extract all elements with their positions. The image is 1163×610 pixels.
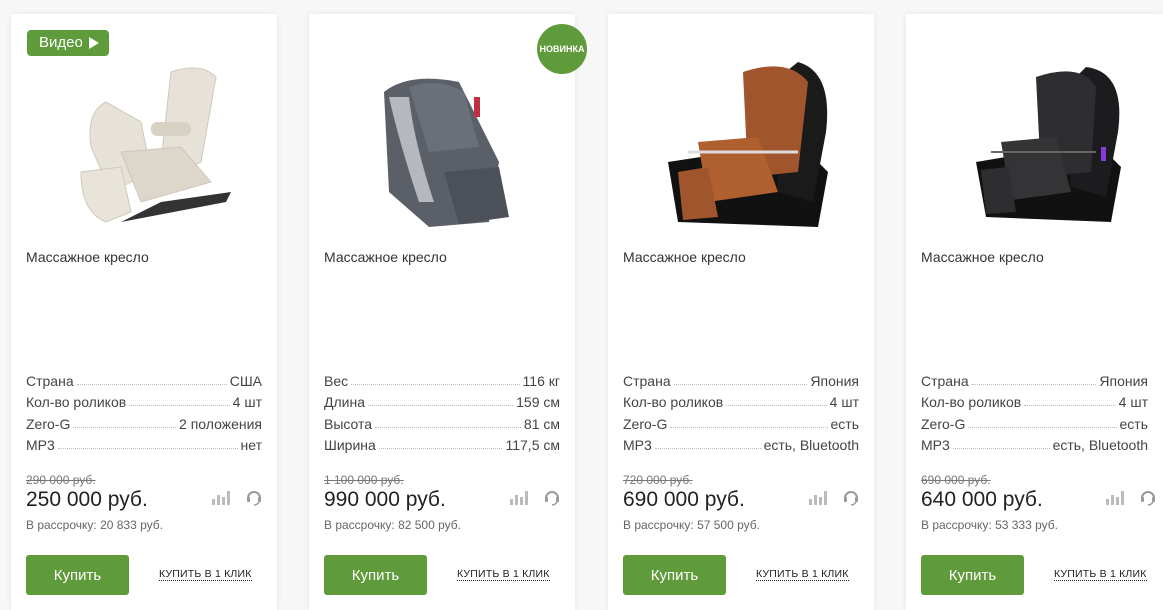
product-name[interactable]: Массажное кресло bbox=[921, 249, 1044, 265]
new-badge: НОВИНКА bbox=[537, 24, 587, 74]
spec-row: Вес 116 кг bbox=[324, 372, 560, 389]
buy-button[interactable]: Купить bbox=[324, 555, 427, 595]
old-price: 1 100 000 руб. bbox=[324, 473, 404, 487]
spec-row: MP3 есть, Bluetooth bbox=[921, 437, 1148, 453]
spec-list: Страна США Кол-во роликов 4 шт Zero-G 2 пол… bbox=[26, 367, 262, 454]
installment-price: В рассрочку: 82 500 руб. bbox=[324, 518, 461, 532]
compare-icon[interactable] bbox=[509, 489, 529, 505]
product-grid: Видео Массажное кресло Страна США Кол-во … bbox=[0, 0, 1163, 610]
buy-button[interactable]: Купить bbox=[921, 555, 1024, 595]
installment-price: В рассрочку: 57 500 руб. bbox=[623, 518, 760, 532]
chair-illustration bbox=[80, 67, 231, 223]
spec-row: MP3 нет bbox=[26, 437, 262, 453]
buy-button[interactable]: Купить bbox=[26, 555, 129, 595]
spec-row: Zero-G 2 положения bbox=[26, 415, 262, 432]
product-card: НОВИНКА Массажное кресло Вес 116 кг Длина… bbox=[309, 14, 587, 610]
play-icon bbox=[88, 37, 99, 49]
price: 640 000 руб. bbox=[921, 488, 1043, 511]
card-icons bbox=[1105, 488, 1157, 506]
buy-button[interactable]: Купить bbox=[623, 555, 726, 595]
card-icons bbox=[509, 488, 561, 506]
spec-row: Высота 81 см bbox=[324, 415, 560, 432]
spec-row: Ширина 117,5 см bbox=[324, 437, 560, 453]
product-name[interactable]: Массажное кресло bbox=[324, 249, 447, 265]
product-name[interactable]: Массажное кресло bbox=[26, 249, 149, 265]
buy-one-click-link[interactable]: купить в 1 клик bbox=[1054, 568, 1147, 581]
buy-one-click-link[interactable]: купить в 1 клик bbox=[756, 568, 849, 581]
spec-row: Длина 159 см bbox=[324, 394, 560, 410]
product-image[interactable] bbox=[349, 52, 539, 232]
product-image[interactable] bbox=[946, 52, 1136, 232]
price: 250 000 руб. bbox=[26, 488, 148, 511]
spec-list: Страна Япония Кол-во роликов 4 шт Zero-G ес… bbox=[921, 367, 1148, 454]
product-image[interactable] bbox=[51, 52, 241, 232]
spec-row: Страна Япония bbox=[921, 372, 1148, 389]
old-price: 690 000 руб. bbox=[921, 473, 991, 487]
old-price: 720 000 руб. bbox=[623, 473, 693, 487]
chair-illustration bbox=[384, 78, 509, 228]
price: 690 000 руб. bbox=[623, 488, 745, 511]
product-image[interactable] bbox=[648, 52, 838, 232]
spec-row: Страна США bbox=[26, 372, 262, 389]
spec-row: Zero-G есть bbox=[921, 415, 1148, 432]
card-icons bbox=[808, 488, 860, 506]
spec-row: MP3 есть, Bluetooth bbox=[623, 437, 859, 453]
spec-row: Страна Япония bbox=[623, 372, 859, 389]
old-price: 290 000 руб. bbox=[26, 473, 96, 487]
buy-one-click-link[interactable]: купить в 1 клик bbox=[457, 568, 550, 581]
compare-icon[interactable] bbox=[808, 489, 828, 505]
spec-row: Кол-во роликов 4 шт bbox=[623, 394, 859, 410]
spec-row: Кол-во роликов 4 шт bbox=[921, 394, 1148, 410]
card-icons bbox=[211, 488, 263, 506]
installment-price: В рассрочку: 20 833 руб. bbox=[26, 518, 163, 532]
product-card: Видео Массажное кресло Страна США Кол-во … bbox=[11, 14, 277, 610]
installment-price: В рассрочку: 53 333 руб. bbox=[921, 518, 1058, 532]
compare-icon[interactable] bbox=[211, 489, 231, 505]
spec-list: Вес 116 кг Длина 159 см Высота 81 см Ширина… bbox=[324, 367, 560, 454]
chair-illustration bbox=[976, 67, 1121, 222]
product-card: Массажное кресло Страна Япония Кол-во рол… bbox=[906, 14, 1163, 610]
support-headset-icon[interactable] bbox=[245, 488, 263, 506]
support-headset-icon[interactable] bbox=[543, 488, 561, 506]
compare-icon[interactable] bbox=[1105, 489, 1125, 505]
support-headset-icon[interactable] bbox=[1139, 488, 1157, 506]
spec-list: Страна Япония Кол-во роликов 4 шт Zero-G ес… bbox=[623, 367, 859, 454]
product-name[interactable]: Массажное кресло bbox=[623, 249, 746, 265]
buy-one-click-link[interactable]: купить в 1 клик bbox=[159, 568, 252, 581]
support-headset-icon[interactable] bbox=[842, 488, 860, 506]
product-card: Массажное кресло Страна Япония Кол-во рол… bbox=[608, 14, 874, 610]
price: 990 000 руб. bbox=[324, 488, 446, 511]
chair-illustration bbox=[668, 62, 828, 227]
spec-row: Кол-во роликов 4 шт bbox=[26, 394, 262, 410]
spec-row: Zero-G есть bbox=[623, 415, 859, 432]
